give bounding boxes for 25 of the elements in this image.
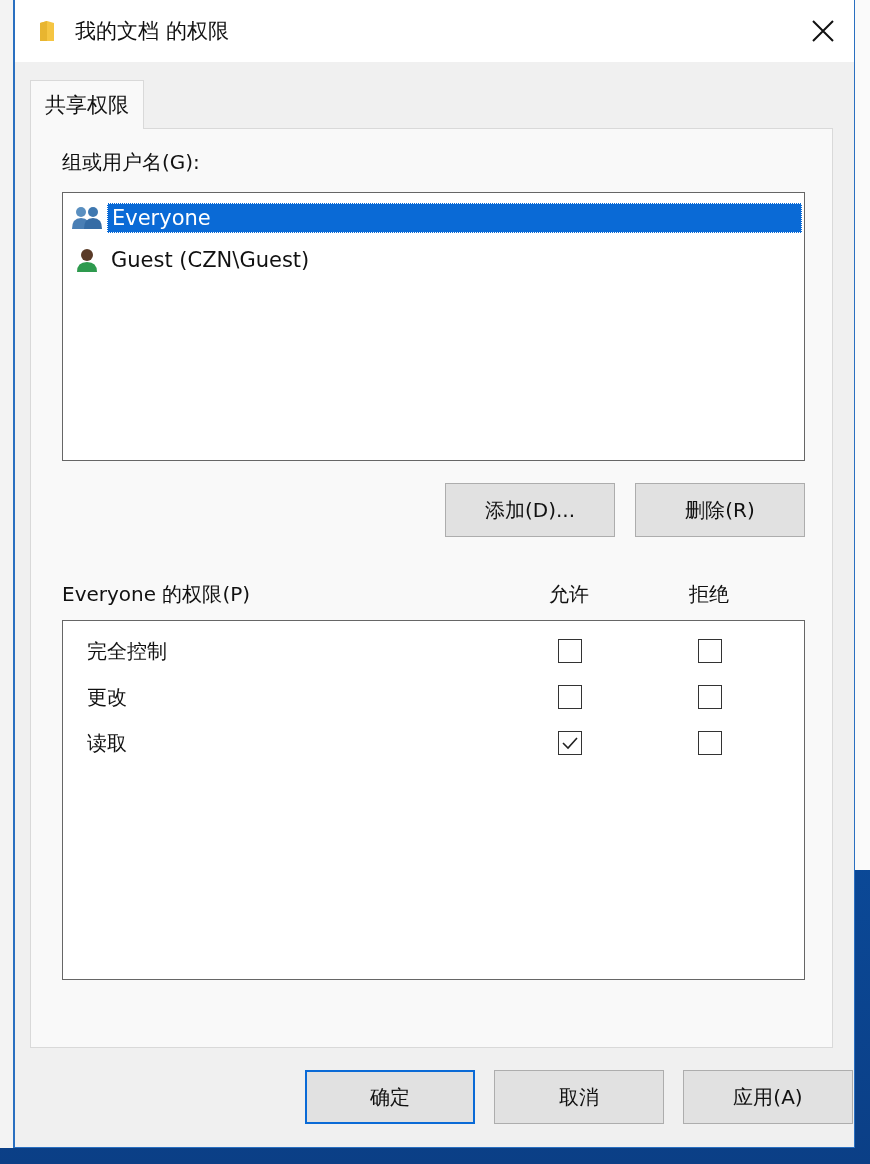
dialog-button[interactable]: 取消 — [494, 1070, 664, 1124]
checkbox[interactable] — [698, 685, 722, 709]
permission-name: 完全控制 — [86, 637, 168, 665]
group-label: 组或用户名(G): — [62, 149, 201, 176]
dialog-button[interactable]: 添加(D)... — [445, 483, 615, 537]
user-name[interactable]: Guest (CZN\Guest) — [107, 246, 802, 274]
column-header: 允许 — [548, 580, 590, 608]
permissions-label: Everyone 的权限(P) — [62, 580, 252, 608]
dialog-button[interactable]: 删除(R) — [635, 483, 805, 537]
user-name[interactable]: Everyone — [107, 203, 802, 233]
checkbox[interactable] — [698, 639, 722, 663]
permission-name: 读取 — [86, 729, 128, 757]
checkbox[interactable] — [558, 731, 582, 755]
permission-name: 更改 — [86, 683, 128, 711]
column-header: 拒绝 — [688, 580, 730, 608]
dialog-button[interactable]: 应用(A) — [683, 1070, 853, 1124]
window-title: 我的文档 的权限 — [75, 18, 230, 45]
tab[interactable]: 共享权限 — [30, 80, 144, 129]
checkbox[interactable] — [698, 731, 722, 755]
close-icon — [812, 20, 834, 42]
checkbox[interactable] — [558, 639, 582, 663]
folder-icon — [39, 20, 55, 42]
users-icon — [71, 205, 103, 231]
checkbox[interactable] — [558, 685, 582, 709]
dialog-button[interactable]: 确定 — [305, 1070, 475, 1124]
